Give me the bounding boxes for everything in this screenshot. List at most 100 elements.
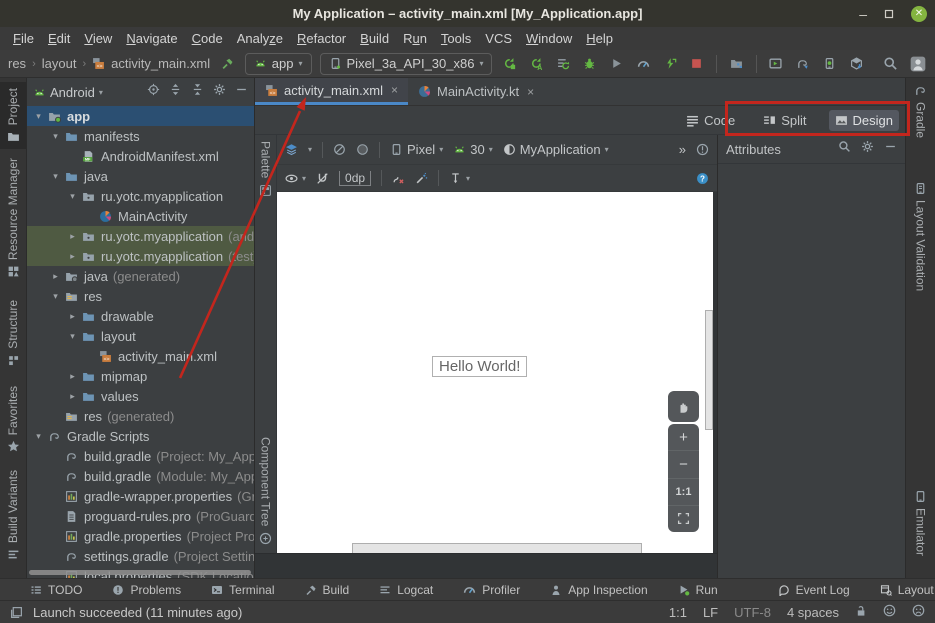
toolwindow-button-event-log[interactable]: Event Log <box>778 583 850 597</box>
logcat-window-button[interactable] <box>767 53 786 75</box>
design-canvas[interactable]: Hello World! + − 1:1 <box>277 192 713 553</box>
collapse-all-button[interactable] <box>191 83 204 101</box>
tree-item-ru-yotc-myapplication[interactable]: ▸ru.yotc.myapplication(androidTest) <box>27 226 254 246</box>
menu-build[interactable]: Build <box>353 31 396 46</box>
profile-refresh-button[interactable] <box>554 53 573 75</box>
expand-all-button[interactable] <box>169 83 182 101</box>
zoom-to-fit-button[interactable] <box>668 505 699 532</box>
tree-item-gradle-properties[interactable]: gradle.properties(Project Properties) <box>27 526 254 546</box>
search-everywhere-button[interactable] <box>882 53 901 75</box>
api-version-select[interactable]: 30▾ <box>453 142 492 157</box>
autoconnect-toggle[interactable] <box>316 172 329 185</box>
tree-item-values[interactable]: ▸values <box>27 386 254 406</box>
tree-item-proguard-rules-pro[interactable]: proguard-rules.pro(ProGuard Rules for ap… <box>27 506 254 526</box>
rerun-button[interactable] <box>500 53 519 75</box>
tree-chevron-down-icon[interactable]: ▾ <box>48 171 63 182</box>
orientation-select[interactable] <box>333 143 346 156</box>
close-icon[interactable]: × <box>391 83 398 97</box>
tree-item-ru-yotc-myapplication[interactable]: ▸ru.yotc.myapplication(test) <box>27 246 254 266</box>
status-widget-utf-8[interactable]: UTF-8 <box>734 605 771 620</box>
tree-item-settings-gradle[interactable]: settings.gradle(Project Settings) <box>27 546 254 566</box>
mode-code-button[interactable]: Code <box>680 110 741 131</box>
sdk-manager-button[interactable] <box>847 53 866 75</box>
tree-chevron-down-icon[interactable]: ▾ <box>65 191 80 202</box>
infer-constraints-button[interactable] <box>415 172 428 185</box>
tree-chevron-right-icon[interactable]: ▸ <box>48 271 63 282</box>
toolwindow-button-run[interactable]: Run <box>678 583 718 597</box>
component-tree-tab[interactable]: Component Tree <box>259 437 273 526</box>
debug-button[interactable] <box>581 53 600 75</box>
device-manager-button[interactable] <box>820 53 839 75</box>
tree-chevron-down-icon[interactable]: ▾ <box>31 431 46 442</box>
minimize-button[interactable]: – <box>859 6 867 22</box>
tree-chevron-right-icon[interactable]: ▸ <box>65 251 80 262</box>
toolwindow-tab-favorites[interactable]: Favorites <box>0 386 26 453</box>
toolwindow-tab-structure[interactable]: Structure <box>0 300 26 367</box>
zoom-in-button[interactable]: + <box>668 424 699 450</box>
mode-split-button[interactable]: Split <box>757 110 812 131</box>
canvas-vertical-scrollbar[interactable] <box>705 310 713 430</box>
toolwindow-tab-layout-validation[interactable]: Layout Validation <box>906 182 935 291</box>
toolwindow-button-profiler[interactable]: Profiler <box>463 583 520 597</box>
menu-vcs[interactable]: VCS <box>478 31 519 46</box>
zoom-ratio-button[interactable]: 1:1 <box>668 478 699 505</box>
guidelines-button[interactable]: ▾ <box>449 172 470 185</box>
tree-item-build-gradle[interactable]: build.gradle(Module: My_Application.app) <box>27 466 254 486</box>
toolwindow-button-layout-inspector[interactable]: Layout Inspector <box>880 583 935 597</box>
toolwindow-tab-build-variants[interactable]: Build Variants <box>0 470 26 561</box>
overflow-actions-button[interactable]: » <box>679 142 686 157</box>
tree-item-gradle-wrapper-properties[interactable]: gradle-wrapper.properties(Gradle Version… <box>27 486 254 506</box>
apply-code-changes-button[interactable] <box>661 53 680 75</box>
menu-run[interactable]: Run <box>396 31 434 46</box>
tree-chevron-down-icon[interactable]: ▾ <box>65 331 80 342</box>
minimize-button[interactable] <box>235 83 248 101</box>
target-device-select[interactable]: Pixel_3a_API_30_x86▾ <box>320 53 493 75</box>
search-button[interactable] <box>838 140 851 158</box>
gear-button[interactable] <box>861 140 874 158</box>
tree-chevron-right-icon[interactable]: ▸ <box>65 231 80 242</box>
toolwindow-tab-gradle[interactable]: Gradle <box>906 84 935 138</box>
apply-changes-button[interactable]: A <box>527 53 546 75</box>
project-view-selector[interactable]: Android <box>50 85 95 100</box>
warnings-button[interactable] <box>696 143 709 156</box>
tree-item-mainactivity[interactable]: MainActivity <box>27 206 254 226</box>
toolwindow-tab-project[interactable]: Project <box>0 82 26 149</box>
menu-tools[interactable]: Tools <box>434 31 478 46</box>
toolwindow-button-build[interactable]: Build <box>305 583 350 597</box>
tree-item-manifests[interactable]: ▾manifests <box>27 126 254 146</box>
device-file-explorer-button[interactable] <box>727 53 746 75</box>
textview-hello-world[interactable]: Hello World! <box>432 356 527 377</box>
night-mode-select[interactable] <box>356 143 369 156</box>
tree-chevron-down-icon[interactable]: ▾ <box>48 131 63 142</box>
breadcrumb-item[interactable]: res <box>8 56 26 71</box>
menu-code[interactable]: Code <box>185 31 230 46</box>
tree-item-app[interactable]: ▾app <box>27 106 254 126</box>
palette-tab[interactable]: Palette <box>259 141 273 178</box>
tree-item-java[interactable]: ▸java(generated) <box>27 266 254 286</box>
profiler-button[interactable] <box>634 53 653 75</box>
toolwindow-button-app-inspection[interactable]: App Inspection <box>550 583 647 597</box>
minimize-button[interactable] <box>884 140 897 158</box>
avatar-button[interactable] <box>908 53 927 75</box>
editor-tab-mainactivity-kt[interactable]: MainActivity.kt× <box>408 78 544 105</box>
tree-item-layout[interactable]: ▾layout <box>27 326 254 346</box>
restore-button[interactable] <box>883 8 895 20</box>
tree-chevron-right-icon[interactable]: ▸ <box>65 391 80 402</box>
toolwindow-button-todo[interactable]: TODO <box>30 583 82 597</box>
hammer-icon[interactable] <box>218 53 237 75</box>
tree-chevron-down-icon[interactable]: ▾ <box>31 111 46 122</box>
frown-button[interactable] <box>912 604 925 620</box>
view-options-button[interactable]: ▾ <box>285 172 306 185</box>
zoom-out-button[interactable]: − <box>668 450 699 477</box>
clear-constraints-button[interactable] <box>392 172 405 185</box>
breadcrumb-item[interactable]: layout <box>42 56 77 71</box>
menu-view[interactable]: View <box>77 31 119 46</box>
target-button[interactable] <box>147 83 160 101</box>
close-icon[interactable]: × <box>527 85 534 99</box>
tree-item-drawable[interactable]: ▸drawable <box>27 306 254 326</box>
editor-tab-activity-main-xml[interactable]: <>activity_main.xml× <box>255 78 408 105</box>
tree-item-gradle-scripts[interactable]: ▾Gradle Scripts <box>27 426 254 446</box>
menu-edit[interactable]: Edit <box>41 31 77 46</box>
device-select[interactable]: Pixel▾ <box>390 142 443 157</box>
tree-item-res[interactable]: res(generated) <box>27 406 254 426</box>
